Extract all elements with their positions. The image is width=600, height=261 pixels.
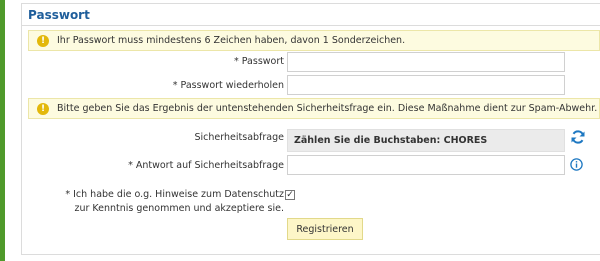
security-question-box: Zählen Sie die Buchstaben: CHORES (287, 129, 565, 152)
password-label: * Passwort (233, 56, 284, 67)
info-icon: ! (37, 103, 49, 115)
title-divider (22, 25, 600, 26)
password-repeat-input[interactable] (287, 75, 565, 95)
security-answer-input[interactable] (287, 155, 565, 175)
security-question-label: Sicherheitsabfrage (194, 132, 284, 143)
refresh-icon[interactable] (570, 129, 586, 145)
password-repeat-label: * Passwort wiederholen (172, 80, 284, 91)
privacy-consent-text: * Ich habe die o.g. Hinweise zum Datensc… (65, 189, 284, 214)
security-answer-label: * Antwort auf Sicherheitsabfrage (128, 160, 284, 171)
privacy-consent-checkbox[interactable]: ✓ (285, 190, 295, 200)
password-input[interactable] (287, 52, 565, 72)
spam-question-text: Bitte geben Sie das Ergebnis der untenst… (57, 103, 598, 114)
password-rule-notice: ! Ihr Passwort muss mindestens 6 Zeichen… (28, 30, 600, 51)
info-icon: ! (37, 35, 49, 47)
spam-question-notice: ! Bitte geben Sie das Ergebnis der unten… (28, 98, 600, 119)
register-button[interactable]: Registrieren (287, 218, 363, 240)
section-title: Passwort (28, 8, 90, 22)
help-icon[interactable] (570, 158, 583, 171)
password-rule-text: Ihr Passwort muss mindestens 6 Zeichen h… (57, 35, 406, 46)
left-accent-bar (0, 0, 5, 261)
